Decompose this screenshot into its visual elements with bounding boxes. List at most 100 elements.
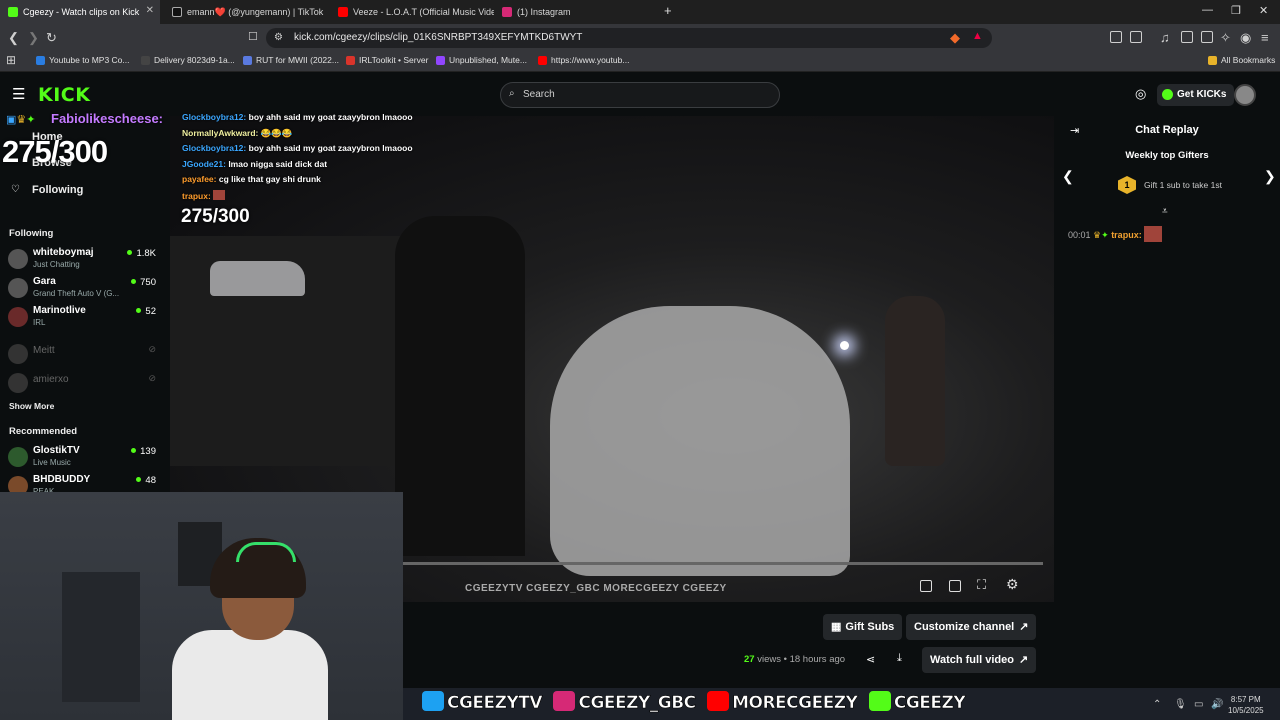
bookmark-6[interactable]: https://www.youtub... [538,55,629,65]
following-channel-amierxo[interactable]: amierxo ⊘ [8,371,162,397]
star-badge-icon: ✦ [1101,230,1109,240]
pip-icon[interactable] [920,580,932,592]
video-progress-bar[interactable] [403,562,1043,565]
share-icon[interactable]: ⋖ [866,653,875,666]
message-timestamp: 00:01 [1068,230,1091,240]
minimize-icon[interactable]: — [1202,4,1213,16]
stream-socials-banner: CGEEZYTV CGEEZY_GBC MORECGEEZY CGEEZY [422,691,971,713]
message-username[interactable]: trapux: [1111,230,1142,240]
chat-message: 00:01 ♛✦ trapux: [1068,226,1163,242]
watch-full-video-button[interactable]: Watch full video ↗ [922,647,1037,673]
all-bookmarks[interactable]: All Bookmarks [1208,55,1275,65]
bookmark-1[interactable]: Youtube to MP3 Co... [36,55,130,65]
rewards-icon[interactable]: ▲ [972,30,983,42]
site-info-icon[interactable]: ⚙ [274,32,283,43]
settings-icon[interactable]: ⚙ [1006,576,1019,593]
music-icon[interactable]: ♫ [1160,30,1170,45]
video-light [840,341,849,350]
gift-subs-button[interactable]: ▦ Gift Subs [823,614,903,640]
close-window-icon[interactable]: ✕ [1259,4,1268,17]
show-more-link[interactable]: Show More [9,401,54,411]
clip-age: • 18 hours ago [783,654,846,665]
brave-shield-icon[interactable]: ◆ [950,30,960,46]
tab-kick[interactable]: Cgeezy - Watch clips on Kick ✕ [0,0,160,24]
kick-logo[interactable]: KICK [38,84,90,106]
overlay-chat-line: Glockboybra12: boy ahh said my goat zaay… [182,112,413,122]
screenshot-icon[interactable] [1130,31,1142,43]
following-channel-marinotlive[interactable]: Marinotlive IRL 52 [8,305,162,331]
clip-meta: 27 views • 18 hours ago [744,654,846,665]
clock-date: 10/5/2025 [1228,706,1264,715]
reload-icon[interactable]: ↻ [46,30,57,46]
customize-channel-button[interactable]: Customize channel ↗ [906,614,1037,640]
new-tab-button[interactable]: + [664,3,672,18]
vpn-icon[interactable]: ◉ [1240,30,1251,46]
bookmark-3[interactable]: RUT for MWII (2022... [243,55,339,65]
microphone-icon[interactable]: 🎙 [1174,699,1187,710]
recommended-channel-glostiktv[interactable]: GlostikTV Live Music 139 [8,445,162,471]
sidebar-icon[interactable] [1181,31,1193,43]
overlay-chat-line: payafee: cg like that gay shi drunk [182,174,321,184]
avatar [8,344,28,364]
prev-arrow-icon[interactable]: ❮ [1062,168,1074,185]
wallet-icon[interactable] [1201,31,1213,43]
bookmark-star-icon[interactable]: ☐ [248,30,258,43]
offline-icon: ⊘ [148,373,156,383]
kick-header: ☰ KICK ⌕ Search ◎ Get KICKs [0,72,1280,116]
url-field[interactable]: kick.com/cgeezy/clips/clip_01K6SNRBPT349… [266,28,992,48]
video-towel [550,306,850,576]
following-channel-meitt[interactable]: Meitt ⊘ [8,342,162,368]
back-icon[interactable]: ❮ [8,30,19,46]
youtube-icon [707,691,730,711]
restore-icon[interactable]: ❐ [1231,4,1241,17]
forward-icon[interactable]: ❯ [28,30,39,46]
fullscreen-icon[interactable]: ⛶ [977,577,986,593]
avatar [8,373,28,393]
youtube-favicon-icon [338,7,348,17]
theater-mode-icon[interactable] [949,580,961,592]
following-channel-gara[interactable]: Gara Grand Theft Auto V (G... 750 [8,276,162,302]
overlay-goal-counter: 275/300 [181,206,250,227]
instagram-favicon-icon [502,7,512,17]
bookmark-favicon-icon [243,55,252,65]
bookmark-5[interactable]: Unpublished, Mute... [436,55,527,65]
bookmark-favicon-icon [538,55,547,65]
volume-icon[interactable]: 🔊 [1211,699,1223,710]
hamburger-menu-icon[interactable]: ☰ [12,85,25,103]
following-channel-whiteboymaj[interactable]: whiteboymaj Just Chatting 1.8K [8,247,162,273]
menu-icon[interactable]: ≡ [1261,30,1269,45]
get-kicks-button[interactable]: Get KICKs [1157,84,1235,106]
following-title: Following [9,228,54,239]
tray-chevron-icon[interactable]: ⌃ [1153,699,1161,710]
ai-icon[interactable]: ✧ [1220,30,1231,46]
tab-tiktok[interactable]: emann❤️ (@yungemann) | TikTok [164,0,328,24]
pin-icon[interactable]: ⩡ [1162,206,1168,217]
overlay-chat: Glockboybra12: boy ahh said my goat zaay… [182,112,452,205]
gift-icon: ▦ [831,621,842,633]
taskbar-clock[interactable]: 8:57 PM 10/5/2025 [1228,694,1264,716]
browser-tab-bar: Cgeezy - Watch clips on Kick ✕ emann❤️ (… [0,0,1280,24]
address-bar-row: ❮ ❯ ↻ ☐ kick.com/cgeezy/clips/clip_01K6S… [0,24,1280,52]
avatar [8,447,28,467]
tab-label: emann❤️ (@yungemann) | TikTok [187,6,324,17]
user-avatar[interactable] [1234,84,1256,106]
weekly-gifters-title: Weekly top Gifters [1125,150,1209,161]
search-input[interactable]: ⌕ Search [500,82,780,108]
display-icon[interactable]: ▭ [1194,699,1203,710]
tab-youtube[interactable]: Veeze - L.O.A.T (Official Music Video) [330,0,494,24]
extensions-icon[interactable] [1110,31,1122,43]
apps-grid-icon[interactable]: ⊞ [6,53,16,67]
overlay-chat-line: trapux: [182,189,452,206]
next-arrow-icon[interactable]: ❯ [1264,168,1276,185]
notifications-icon[interactable]: ◎ [1135,86,1146,102]
nav-following[interactable]: Following [32,184,83,196]
overlay-chat-line: NormallyAwkward: 😂😂😂 [182,127,293,138]
bookmark-2[interactable]: Delivery 8023d9-1a... [141,55,235,65]
crown-badge-icon: ♛ [16,114,27,126]
bookmark-4[interactable]: IRLToolkit • Server [346,55,428,65]
close-tab-icon[interactable]: ✕ [146,5,154,16]
bookmark-favicon-icon [436,55,445,65]
tab-label: (1) Instagram [517,7,571,17]
tab-instagram[interactable]: (1) Instagram [494,0,658,24]
download-icon[interactable]: ⤓ [897,652,902,665]
